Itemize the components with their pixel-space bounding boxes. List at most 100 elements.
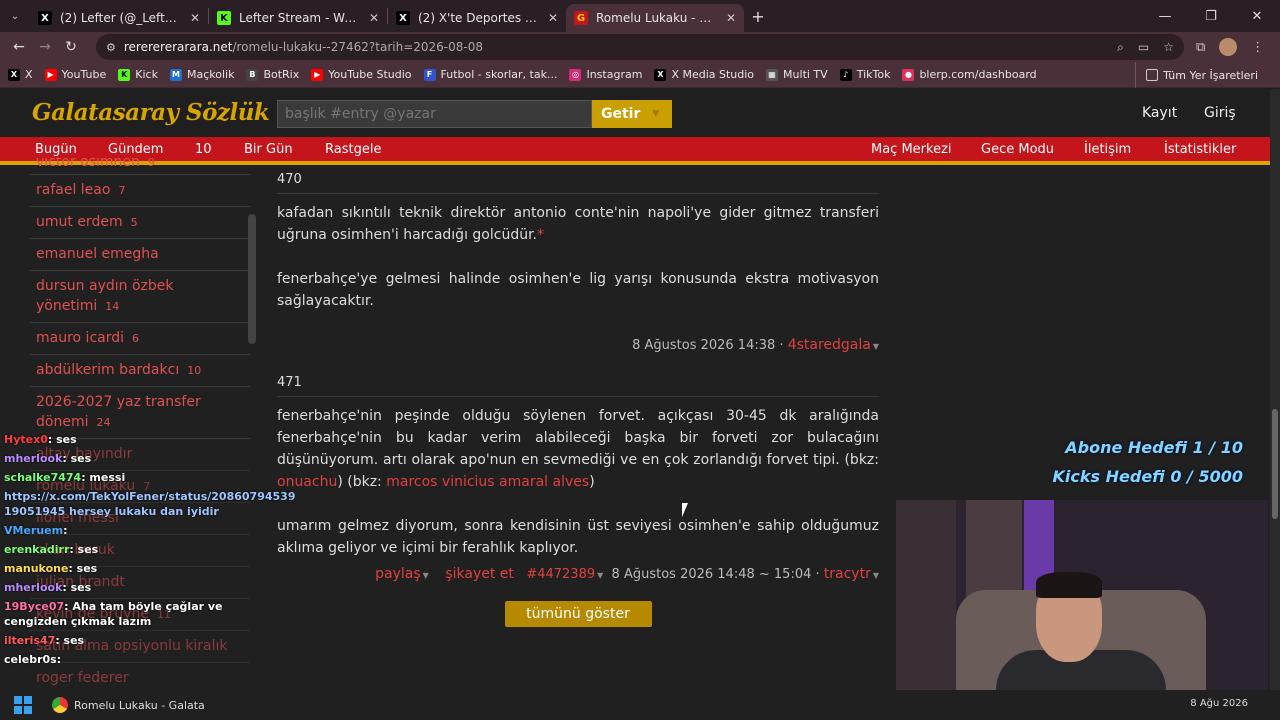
flashscore-icon: F — [423, 68, 436, 81]
sidebar-item[interactable]: abdülkerim bardakcı 10 — [30, 355, 250, 387]
site-logo[interactable]: Galatasaray Sözlük — [32, 99, 270, 126]
all-bookmarks[interactable]: Tüm Yer İşaretleri — [1135, 62, 1258, 88]
register-link[interactable]: Kayıt — [1142, 105, 1177, 121]
footnote-star[interactable]: * — [537, 227, 544, 243]
nav-gece-modu[interactable]: Gece Modu — [981, 142, 1054, 157]
reload-icon[interactable]: ↻ — [58, 39, 84, 55]
bookmark-mackolik[interactable]: M Maçkolik — [169, 68, 234, 81]
nav-istatistikler[interactable]: İstatistikler — [1164, 142, 1236, 157]
site-info-icon[interactable]: ⚙ — [106, 41, 116, 54]
sidebar-item[interactable]: victor osimhen 9 — [30, 158, 250, 175]
tab-romelu-lukaku[interactable]: G Romelu Lukaku - Galatasaray S ✕ — [566, 4, 744, 32]
sidebar-item-count: 24 — [96, 416, 111, 429]
chat-message: celebr0s: — [0, 650, 252, 669]
zoom-icon[interactable]: ⌕ — [1117, 40, 1124, 55]
cast-icon[interactable]: ▭ — [1138, 40, 1149, 55]
bookmark-tiktok[interactable]: ♪ TikTok — [839, 68, 890, 81]
nav-10[interactable]: 10 — [195, 142, 212, 157]
chat-text: : ses — [55, 634, 85, 647]
bookmark-star-icon[interactable]: ☆ — [1163, 40, 1174, 55]
sidebar-item[interactable]: emanuel emegha — [30, 239, 250, 271]
x-icon: X — [654, 68, 667, 81]
chevron-down-icon[interactable]: ▼ — [873, 342, 879, 351]
windows-start-icon[interactable] — [14, 696, 32, 714]
search-input[interactable] — [277, 100, 592, 128]
back-arrow-icon[interactable]: ← — [6, 39, 32, 55]
entry-id[interactable]: #4472389 — [526, 567, 595, 582]
entry-number: 471 — [277, 372, 879, 397]
profile-avatar[interactable] — [1219, 38, 1238, 56]
page-scrollbar[interactable] — [1270, 89, 1280, 690]
instagram-icon: ◎ — [569, 68, 582, 81]
bookmark-botrix[interactable]: B BotRix — [246, 68, 299, 81]
sidebar-item-label: mauro icardi — [36, 330, 125, 346]
bookmark-blerp[interactable]: ● blerp.com/dashboard — [902, 68, 1037, 81]
nav-bir-gun[interactable]: Bir Gün — [244, 142, 293, 157]
close-icon[interactable]: ✕ — [726, 11, 736, 25]
login-link[interactable]: Giriş — [1204, 105, 1236, 121]
bookmark-youtube[interactable]: ▶ YouTube — [44, 68, 106, 81]
bookmark-multi-tv[interactable]: ▦ Multi TV — [766, 68, 828, 81]
bookmark-instagram[interactable]: ◎ Instagram — [569, 68, 642, 81]
bkz-link[interactable]: marcos vinicius amaral alves — [386, 474, 589, 490]
close-icon[interactable]: ✕ — [369, 11, 379, 25]
sidebar-item[interactable]: dursun aydın özbek yönetimi 14 — [30, 271, 250, 323]
nav-rastgele[interactable]: Rastgele — [325, 142, 381, 157]
chat-message: mherlook: ses — [0, 578, 252, 597]
bookmark-youtube-studio[interactable]: ▶ YouTube Studio — [311, 68, 412, 81]
tab-search-icon[interactable]: ⌄ — [0, 11, 30, 22]
close-icon[interactable]: ✕ — [548, 11, 558, 25]
sidebar-item[interactable]: mauro icardi 6 — [30, 323, 250, 355]
chevron-down-icon[interactable]: ▼ — [597, 571, 603, 580]
nav-mac-merkezi[interactable]: Maç Merkezi — [871, 142, 952, 157]
nav-bugun[interactable]: Bugün — [35, 142, 77, 157]
restore-icon[interactable]: ❐ — [1188, 0, 1234, 32]
tab-lefter-stream[interactable]: K Lefter Stream - Watch Live on K ✕ — [209, 4, 387, 32]
entry-text-fragment: ) (bkz: — [337, 474, 387, 490]
sidebar-scrollbar[interactable] — [248, 214, 256, 344]
entry-author[interactable]: 4staredgala — [788, 337, 871, 353]
report-button[interactable]: şikayet et — [445, 566, 514, 582]
chat-message: schalke7474: messi — [0, 468, 252, 487]
share-button[interactable]: paylaş — [375, 566, 421, 582]
bkz-link[interactable]: onuachu — [277, 474, 337, 490]
nav-iletisim[interactable]: İletişim — [1084, 142, 1131, 157]
tab-lefter-x[interactable]: X (2) Lefter (@_Lefterr_) / X ✕ — [30, 4, 208, 32]
sidebar-item-count: 9 — [147, 158, 155, 169]
taskbar-chrome-app[interactable]: Romelu Lukaku - Galata — [52, 697, 205, 713]
bookmark-futbol[interactable]: F Futbol - skorlar, tak... — [423, 68, 557, 81]
tab-deportes-reports[interactable]: X (2) X'te Deportes Reports: "Gala ✕ — [388, 4, 566, 32]
entry-date[interactable]: 8 Ağustos 2026 14:48 ~ 15:04 — [612, 567, 812, 582]
bookmark-kick[interactable]: K Kick — [118, 68, 158, 81]
sidebar-item[interactable]: umut erdem 5 — [30, 207, 250, 239]
bookmark-x[interactable]: XX — [8, 68, 33, 81]
entry-date[interactable]: 8 Ağustos 2026 14:38 — [632, 338, 775, 353]
chat-user: schalke7474 — [4, 471, 82, 484]
forward-arrow-icon[interactable]: → — [32, 39, 58, 55]
scrollbar-thumb[interactable] — [1272, 409, 1278, 519]
sidebar-item[interactable]: rafael leao 7 — [30, 175, 250, 207]
chevron-down-icon[interactable]: ▼ — [873, 571, 879, 580]
tab-title: Romelu Lukaku - Galatasaray S — [596, 11, 720, 25]
tab-title: (2) X'te Deportes Reports: "Gala — [418, 11, 542, 25]
menu-dots-icon[interactable]: ⋮ — [1251, 40, 1264, 55]
chevron-down-icon: ▼ — [422, 571, 429, 580]
chat-text: : ses — [47, 433, 77, 446]
nav-gundem[interactable]: Gündem — [108, 142, 163, 157]
chat-text: : ses — [62, 581, 92, 594]
bookmark-x-media-studio[interactable]: X X Media Studio — [654, 68, 754, 81]
extensions-icon[interactable]: ⧉ — [1196, 40, 1205, 55]
new-tab-button[interactable]: + — [744, 7, 772, 26]
close-window-icon[interactable]: ✕ — [1234, 0, 1280, 32]
show-all-button[interactable]: tümünü göster — [504, 601, 652, 627]
minimize-icon[interactable]: — — [1142, 0, 1188, 32]
address-bar[interactable]: ⚙ rererererarara.net/romelu-lukaku--2746… — [96, 34, 1184, 60]
youtube-icon: ▶ — [311, 68, 324, 81]
search-button[interactable]: Getir ▼ — [592, 100, 672, 128]
close-icon[interactable]: ✕ — [190, 11, 200, 25]
bookshelf — [896, 500, 956, 706]
entry-body: fenerbahçe'nin peşinde olduğu söylenen f… — [277, 405, 879, 559]
entry-author[interactable]: tracytr — [824, 566, 871, 582]
sidebar-item-count: 6 — [132, 332, 140, 345]
entry-meta: 8 Ağustos 2026 14:38 · 4staredgala ▼ — [632, 337, 879, 353]
